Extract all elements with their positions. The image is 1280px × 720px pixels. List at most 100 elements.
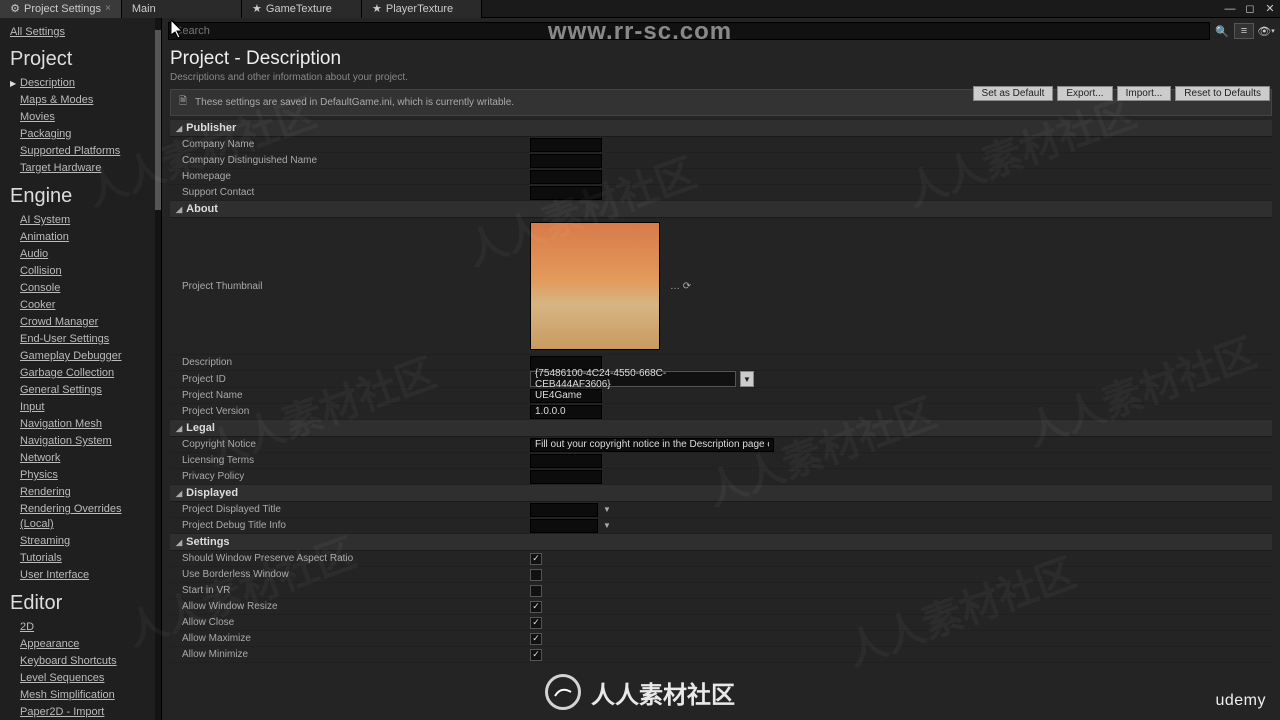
input-project-version[interactable] — [530, 405, 602, 419]
chevron-down-icon[interactable]: ▼ — [602, 503, 612, 517]
sidebar-item[interactable]: Packaging — [10, 126, 151, 143]
sidebar-item[interactable]: Paper2D - Import — [10, 704, 151, 720]
setting-checkbox[interactable] — [530, 649, 542, 661]
sidebar-item[interactable]: Keyboard Shortcuts — [10, 653, 151, 670]
setting-checkbox[interactable] — [530, 553, 542, 565]
sidebar-item[interactable]: Animation — [10, 229, 151, 246]
sidebar-category: Project — [10, 48, 151, 71]
sidebar-item[interactable]: General Settings — [10, 382, 151, 399]
search-icon[interactable]: 🔍 — [1214, 23, 1230, 39]
input-privacy[interactable] — [530, 470, 602, 484]
all-settings-link[interactable]: All Settings — [10, 26, 151, 38]
sidebar-item[interactable]: Console — [10, 280, 151, 297]
sidebar-item[interactable]: Audio — [10, 246, 151, 263]
sidebar-item[interactable]: AI System — [10, 212, 151, 229]
scrollbar-thumb[interactable] — [155, 30, 161, 210]
sidebar-item[interactable]: Cooker — [10, 297, 151, 314]
sidebar-item[interactable]: Target Hardware — [10, 160, 151, 177]
input-project-name[interactable] — [530, 389, 602, 403]
setting-label: Allow Close — [170, 617, 530, 628]
setting-checkbox[interactable] — [530, 633, 542, 645]
close-icon[interactable]: × — [105, 3, 111, 14]
list-view-icon[interactable]: ≡ — [1234, 23, 1254, 39]
setting-checkbox[interactable] — [530, 569, 542, 581]
input-company-name[interactable] — [530, 138, 602, 152]
label-debug-title: Project Debug Title Info — [170, 520, 530, 531]
set-default-button[interactable]: Set as Default — [973, 86, 1054, 101]
project-thumbnail[interactable] — [530, 222, 660, 350]
tab-bar: ⚙ Project Settings × Main ★ GameTexture … — [0, 0, 1280, 18]
page-header: Project - Description Descriptions and o… — [162, 44, 1280, 85]
input-company-dn[interactable] — [530, 154, 602, 168]
tab-label: Project Settings — [24, 3, 101, 15]
label-project-id: Project ID — [170, 374, 530, 385]
section-about[interactable]: About — [170, 201, 1272, 218]
sidebar-item[interactable]: Garbage Collection — [10, 365, 151, 382]
section-publisher[interactable]: Publisher — [170, 120, 1272, 137]
label-thumbnail: Project Thumbnail — [170, 281, 530, 292]
tab-gametexture[interactable]: ★ GameTexture — [242, 0, 362, 18]
sidebar-item[interactable]: Crowd Manager — [10, 314, 151, 331]
section-displayed[interactable]: Displayed — [170, 485, 1272, 502]
sidebar-item[interactable]: Physics — [10, 467, 151, 484]
page-title: Project - Description — [170, 48, 1272, 70]
minimize-button[interactable]: — — [1220, 0, 1240, 18]
input-homepage[interactable] — [530, 170, 602, 184]
sidebar-item[interactable]: Input — [10, 399, 151, 416]
window-controls: — ◻ ✕ — [1220, 0, 1280, 18]
maximize-button[interactable]: ◻ — [1240, 0, 1260, 18]
tab-project-settings[interactable]: ⚙ Project Settings × — [0, 0, 122, 18]
setting-checkbox[interactable] — [530, 601, 542, 613]
sidebar-item[interactable]: Tutorials — [10, 550, 151, 567]
setting-label: Use Borderless Window — [170, 569, 530, 580]
sidebar-item[interactable]: Mesh Simplification — [10, 687, 151, 704]
section-legal[interactable]: Legal — [170, 420, 1272, 437]
sidebar-item[interactable]: Network — [10, 450, 151, 467]
settings-content: 🔍 ≡ 👁▾ Project - Description Description… — [162, 18, 1280, 720]
sidebar-item[interactable]: Rendering — [10, 484, 151, 501]
section-settings[interactable]: Settings — [170, 534, 1272, 551]
search-row: 🔍 ≡ 👁▾ — [162, 18, 1280, 44]
sidebar-item[interactable]: User Interface — [10, 567, 151, 584]
sidebar-item[interactable]: Collision — [10, 263, 151, 280]
sidebar-item[interactable]: 2D — [10, 619, 151, 636]
thumbnail-browse[interactable]: … ⟳ — [670, 281, 691, 292]
sidebar-item[interactable]: Navigation Mesh — [10, 416, 151, 433]
sidebar-item[interactable]: Supported Platforms — [10, 143, 151, 160]
label-copyright: Copyright Notice — [170, 439, 530, 450]
tab-label: GameTexture — [266, 3, 332, 15]
import-button[interactable]: Import... — [1117, 86, 1172, 101]
search-input[interactable] — [168, 22, 1210, 40]
dropdown-project-id[interactable]: {75486100-4C24-4550-668C-CEB444AF3606} — [530, 371, 736, 387]
sidebar-item[interactable]: Maps & Modes — [10, 92, 151, 109]
chevron-down-icon[interactable]: ▼ — [602, 519, 612, 533]
sidebar-item[interactable]: End-User Settings — [10, 331, 151, 348]
export-button[interactable]: Export... — [1057, 86, 1112, 101]
input-licensing[interactable] — [530, 454, 602, 468]
setting-checkbox[interactable] — [530, 617, 542, 629]
close-button[interactable]: ✕ — [1260, 0, 1280, 18]
sidebar-item[interactable]: Streaming — [10, 533, 151, 550]
sidebar-item[interactable]: Description — [10, 75, 151, 92]
tab-main[interactable]: Main — [122, 0, 242, 18]
tab-playertexture[interactable]: ★ PlayerTexture — [362, 0, 482, 18]
input-debug-title[interactable] — [530, 519, 598, 533]
setting-label: Start in VR — [170, 585, 530, 596]
sidebar-item[interactable]: Appearance — [10, 636, 151, 653]
sidebar-item[interactable]: Level Sequences — [10, 670, 151, 687]
sidebar-category: Engine — [10, 185, 151, 208]
input-support[interactable] — [530, 186, 602, 200]
sidebar-scrollbar[interactable] — [155, 18, 161, 720]
tab-label: Main — [132, 3, 156, 15]
ini-icon: 🗎 — [179, 94, 187, 111]
sidebar-item[interactable]: Navigation System — [10, 433, 151, 450]
eye-icon[interactable]: 👁▾ — [1258, 23, 1274, 39]
input-displayed-title[interactable] — [530, 503, 598, 517]
input-copyright[interactable] — [530, 438, 774, 452]
sidebar-item[interactable]: Rendering Overrides (Local) — [10, 501, 151, 533]
reset-button[interactable]: Reset to Defaults — [1175, 86, 1270, 101]
sidebar-item[interactable]: Movies — [10, 109, 151, 126]
dropdown-arrow-icon[interactable]: ▼ — [740, 371, 754, 387]
setting-checkbox[interactable] — [530, 585, 542, 597]
sidebar-item[interactable]: Gameplay Debugger — [10, 348, 151, 365]
